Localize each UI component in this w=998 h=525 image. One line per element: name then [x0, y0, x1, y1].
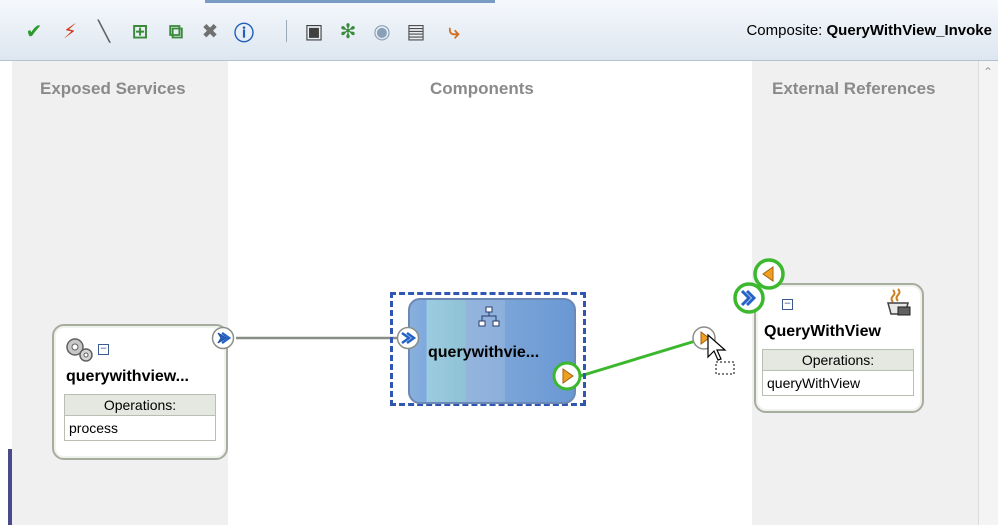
wire-icon[interactable]: ╲	[92, 19, 116, 43]
group-icon-glyph: ⧉	[168, 19, 184, 43]
database-icon-glyph: ◉	[373, 19, 391, 43]
validate-icon[interactable]: ✔	[22, 19, 46, 43]
adapter-icon	[884, 287, 914, 321]
reference-operation-item[interactable]: queryWithView	[762, 371, 914, 396]
composite-label: Composite:	[746, 22, 823, 39]
composite-canvas[interactable]: Exposed Services Components External Ref…	[0, 61, 998, 525]
component-inbound-port-icon[interactable]	[396, 326, 420, 350]
database-icon[interactable]: ◉	[370, 19, 394, 43]
reference-inbound-port-icon[interactable]	[732, 281, 766, 315]
route-icon[interactable]: ⤷	[442, 19, 466, 43]
bpel-component-node[interactable]: querywithvie...	[408, 298, 576, 404]
deploy-icon-glyph: ⚡	[62, 19, 78, 43]
component-to-reference-wire[interactable]	[576, 337, 703, 379]
edit-icon[interactable]: ▣	[302, 19, 326, 43]
drag-cursor-icon	[707, 333, 735, 375]
add-icon[interactable]: ⊞	[128, 19, 152, 43]
service-operations-header: Operations:	[64, 394, 216, 416]
add-icon-glyph: ⊞	[131, 19, 149, 43]
route-icon-glyph: ⤷	[448, 19, 460, 43]
sparkle-icon-glyph: ✻	[339, 19, 357, 43]
validate-icon-glyph: ✔	[25, 19, 43, 43]
document-icon[interactable]: ▤	[404, 19, 428, 43]
gears-icon	[64, 334, 94, 368]
component-outbound-port-icon[interactable]	[552, 361, 582, 391]
composite-toolbar: ✔ ⚡ ╲ ⊞ ⧉ ✖ ⓘ ▣ ✻ ◉ ▤ ⤷ Composite: QueryWithView_In…	[0, 0, 998, 61]
reference-operations-header: Operations:	[762, 349, 914, 371]
service-port-icon[interactable]	[211, 326, 235, 350]
edit-icon-glyph: ▣	[304, 19, 324, 43]
service-title: querywithview...	[66, 368, 189, 385]
reference-title: QueryWithView	[764, 323, 881, 340]
editor-tab-indicator	[205, 0, 495, 3]
composite-name: QueryWithView_Invoke	[826, 22, 992, 39]
wire-icon-glyph: ╲	[97, 19, 111, 43]
process-tree-icon	[478, 306, 500, 332]
collapse-reference-toggle[interactable]: −	[782, 299, 793, 310]
toolbar-separator	[286, 20, 287, 42]
info-icon-glyph: ⓘ	[234, 20, 254, 45]
document-icon-glyph: ▤	[406, 19, 426, 43]
group-icon[interactable]: ⧉	[164, 19, 188, 43]
delete-icon-glyph: ✖	[201, 19, 219, 43]
sparkle-icon[interactable]: ✻	[336, 19, 360, 43]
deploy-icon[interactable]: ⚡	[58, 19, 82, 43]
exposed-service-node[interactable]: − querywithview... Operations: process	[52, 324, 228, 460]
composite-title: Composite: QueryWithView_Invoke	[746, 22, 992, 39]
external-reference-node[interactable]: − QueryWithView Operations: queryWithVie…	[754, 283, 924, 413]
collapse-service-toggle[interactable]: −	[98, 344, 109, 355]
service-operation-item[interactable]: process	[64, 416, 216, 441]
component-title: querywithvie...	[428, 344, 540, 361]
info-icon[interactable]: ⓘ	[232, 19, 256, 45]
delete-icon[interactable]: ✖	[198, 19, 222, 43]
